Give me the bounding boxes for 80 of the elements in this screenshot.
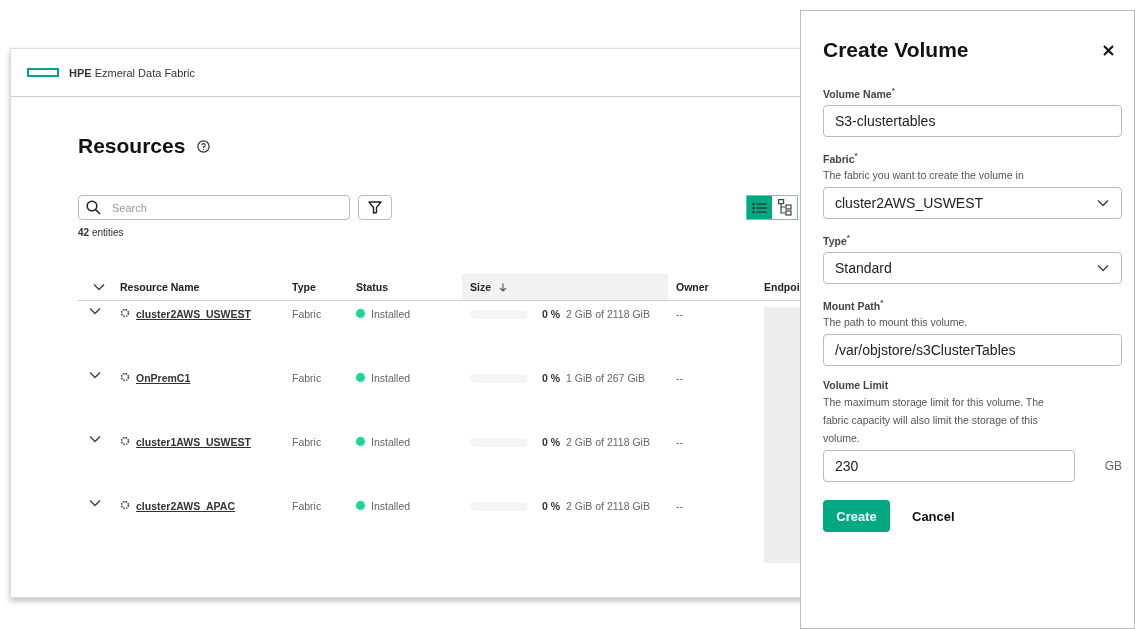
chevron-down-icon	[1097, 263, 1109, 272]
column-header[interactable]: Owner	[668, 274, 756, 300]
unit-label: GB	[1104, 459, 1122, 473]
search-icon	[86, 200, 101, 215]
table-cell: Fabric	[292, 500, 322, 512]
help-icon[interactable]	[197, 139, 211, 153]
list-icon	[752, 201, 767, 214]
expand-row-button[interactable]	[89, 499, 101, 507]
table-cell: --	[676, 372, 683, 384]
view-toggle-button[interactable]	[747, 196, 772, 219]
status-text: Installed	[371, 436, 411, 448]
chevron-down-icon	[89, 435, 101, 443]
expand-row-button[interactable]	[89, 435, 101, 443]
entity-count: 42 entities	[78, 227, 125, 238]
sort-arrow-icon	[499, 282, 507, 292]
field-label: Type$^{*}$	[823, 232, 851, 249]
logo-icon	[27, 68, 59, 77]
gear-icon	[120, 308, 130, 318]
usage-percent: 0 %	[542, 308, 561, 320]
table-cell: --	[676, 500, 683, 512]
brand-name: HPE Ezmeral Data Fabric	[69, 66, 195, 79]
dialog-title: Create Volume	[823, 38, 969, 62]
column-header[interactable]: Size	[462, 274, 668, 300]
status-dot	[356, 309, 365, 318]
help-text: The fabric you want to create the volume in	[823, 168, 1025, 183]
select-field[interactable]: cluster2AWS_USWEST	[823, 187, 1122, 219]
gear-icon	[120, 500, 130, 510]
chevron-down-icon	[89, 499, 101, 507]
status-dot	[356, 501, 365, 510]
chevron-down-icon	[93, 283, 105, 291]
status-text: Installed	[371, 308, 411, 320]
help-text: The maximum storage limit for this volume. The fabric capacity will also limit the storage of this volume.	[823, 395, 1045, 446]
expand-row-button[interactable]	[89, 371, 101, 379]
cancel-button[interactable]: Cancel	[910, 500, 957, 532]
text-field[interactable]: 230	[823, 450, 1075, 482]
usage-text: 1 GiB of 267 GiB	[566, 372, 645, 384]
tree-icon	[777, 199, 792, 216]
table-cell: Fabric	[292, 372, 322, 384]
column-header[interactable]: Status	[348, 274, 462, 300]
text-field[interactable]: S3-clustertables	[823, 104, 1122, 137]
resource-link[interactable]: OnPremC1	[136, 372, 191, 384]
chevron-down-icon	[89, 371, 101, 379]
field-label: Volume Name$^{*}$	[823, 85, 896, 102]
usage-percent: 0 %	[542, 372, 561, 384]
text-field[interactable]: /var/objstore/s3ClusterTables	[823, 334, 1122, 366]
status-text: Installed	[371, 372, 411, 384]
table-cell: Fabric	[292, 308, 322, 320]
status-dot	[356, 373, 365, 382]
column-header[interactable]: Endpoi	[756, 274, 804, 300]
filter-icon	[368, 201, 382, 214]
usage-text: 2 GiB of 2118 GiB	[566, 500, 650, 512]
page-title: Resources	[78, 134, 186, 158]
expand-all-button[interactable]	[93, 283, 105, 291]
column-header[interactable]: Resource Name	[112, 274, 284, 300]
help-text: The path to mount this volume.	[823, 315, 969, 330]
search-field[interactable]: Search	[78, 195, 350, 220]
chevron-down-icon	[89, 307, 101, 315]
close-icon	[1103, 44, 1114, 56]
column-header[interactable]: Type	[284, 274, 348, 300]
table-cell: Fabric	[292, 436, 322, 448]
usage-percent: 0 %	[542, 500, 561, 512]
resource-link[interactable]: cluster2AWS_APAC	[136, 500, 235, 512]
field-label: Volume Limit	[823, 378, 890, 393]
usage-text: 2 GiB of 2118 GiB	[566, 308, 650, 320]
filter-button[interactable]	[358, 195, 392, 220]
field-label: Mount Path$^{*}$	[823, 296, 885, 313]
status-dot	[356, 437, 365, 446]
resource-link[interactable]: cluster2AWS_USWEST	[136, 308, 251, 320]
table-cell: --	[676, 308, 683, 320]
field-label: Fabric$^{*}$	[823, 149, 859, 166]
resource-link[interactable]: cluster1AWS_USWEST	[136, 436, 251, 448]
select-field[interactable]: Standard	[823, 251, 1122, 284]
gear-icon	[120, 372, 130, 382]
usage-percent: 0 %	[542, 436, 561, 448]
usage-text: 2 GiB of 2118 GiB	[566, 436, 650, 448]
expand-row-button[interactable]	[89, 307, 101, 315]
chevron-down-icon	[1097, 199, 1109, 207]
gear-icon	[120, 436, 130, 446]
table-cell: --	[676, 436, 683, 448]
status-text: Installed	[371, 500, 411, 512]
